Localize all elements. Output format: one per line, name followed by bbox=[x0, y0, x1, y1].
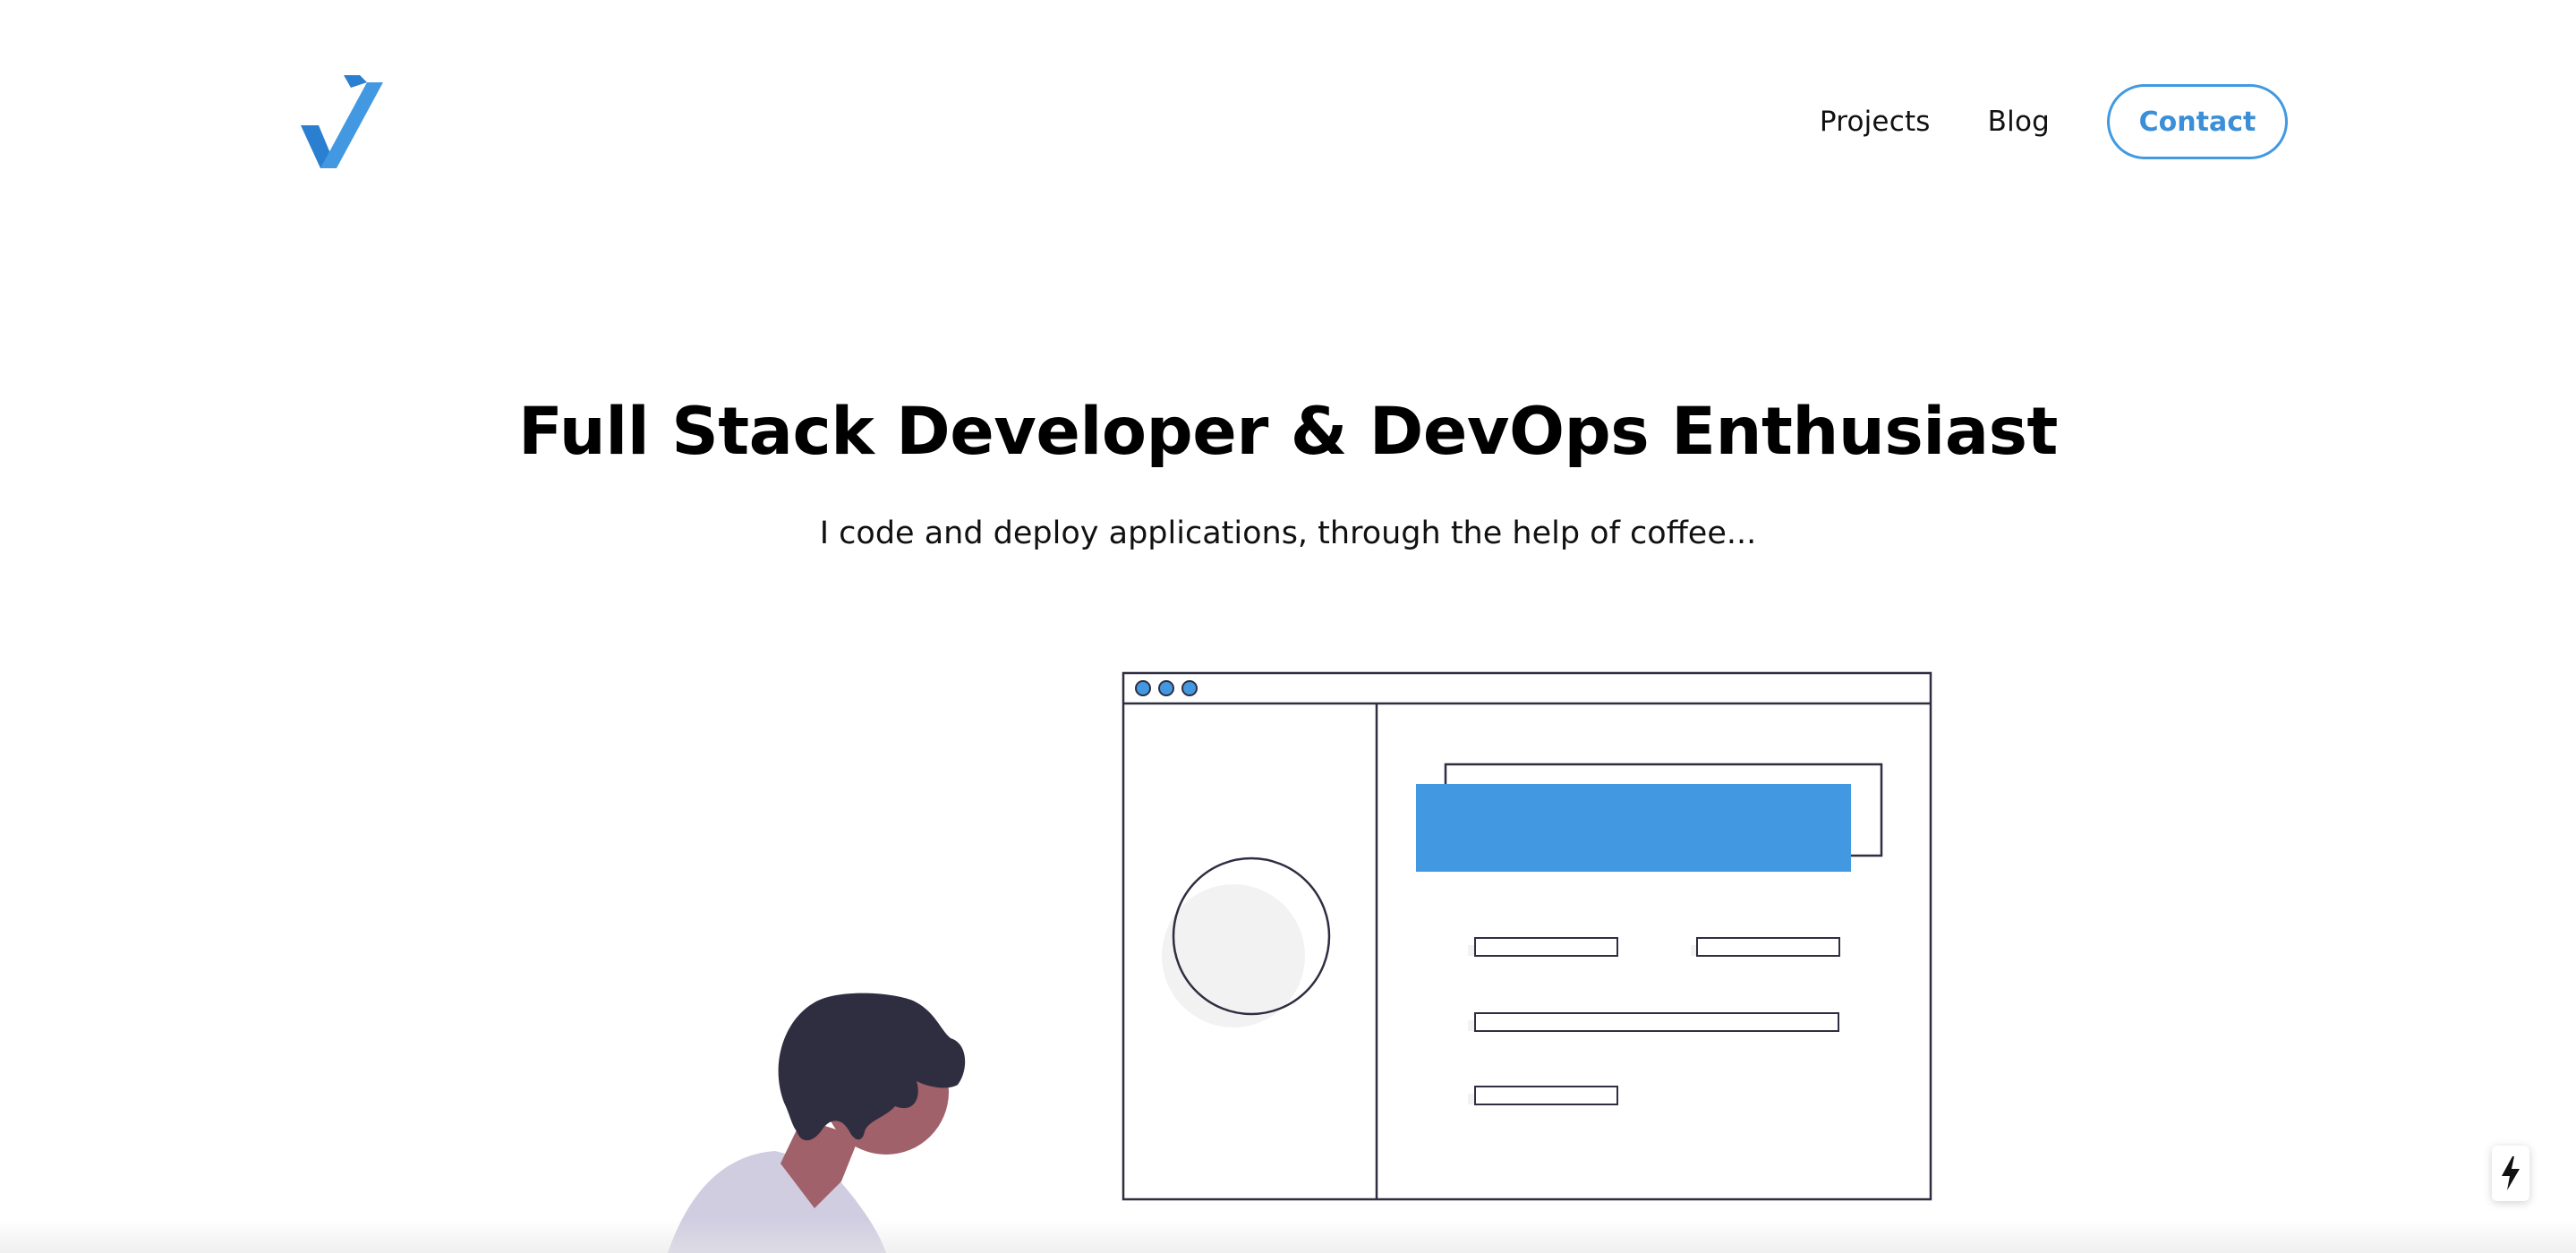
bottom-fade bbox=[0, 1219, 2576, 1253]
browser-window-illustration bbox=[1122, 671, 1932, 1201]
page: Projects Blog Contact Full Stack Develop… bbox=[0, 0, 2576, 1253]
person-illustration bbox=[668, 993, 966, 1253]
hero-illustration bbox=[668, 671, 1932, 1253]
window-dot-icon bbox=[1181, 680, 1198, 696]
window-dot-icon bbox=[1158, 680, 1174, 696]
lightning-bolt-icon[interactable] bbox=[2492, 1146, 2529, 1201]
window-dot-icon bbox=[1135, 680, 1151, 696]
